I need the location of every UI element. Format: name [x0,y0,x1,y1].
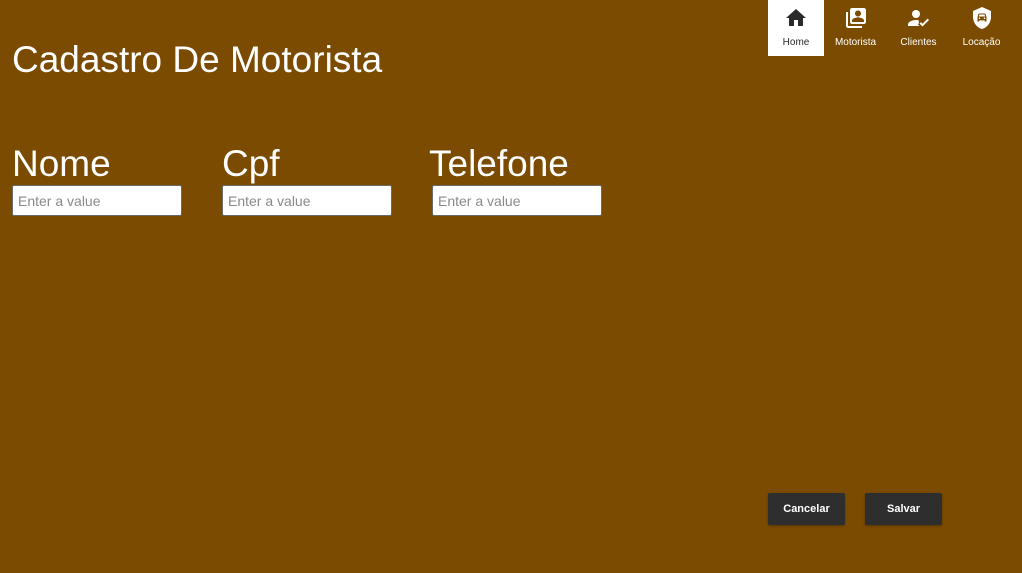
save-button[interactable]: Salvar [865,493,942,525]
nav-item-home[interactable]: Home [768,0,824,56]
nav-item-label: Home [782,37,810,48]
nav-item-label: Locação [962,37,1001,48]
page-title: Cadastro De Motorista [12,39,383,80]
nome-label: Nome [12,143,111,184]
nome-input[interactable] [12,185,182,216]
home-icon [786,9,806,26]
cpf-label: Cpf [222,143,280,184]
person-check-icon [907,10,929,27]
cpf-input[interactable] [222,185,392,216]
cancel-button[interactable]: Cancelar [768,493,845,525]
telefone-label: Telefone [429,143,569,184]
car-shield-icon [972,7,991,29]
top-nav: Home Motorista Clientes Locação [768,0,1013,56]
telefone-input[interactable] [432,185,602,216]
nav-item-label: Motorista [834,37,877,48]
nav-item-motorista[interactable]: Motorista [824,0,887,56]
telefone-field-group: Telefone [429,143,602,216]
nav-item-locacao[interactable]: Locação [950,0,1013,56]
nome-field-group: Nome [12,143,182,216]
cpf-field-group: Cpf [222,143,392,216]
nav-item-clientes[interactable]: Clientes [887,0,950,56]
contacts-book-icon [845,8,866,28]
nav-item-label: Clientes [900,37,937,48]
